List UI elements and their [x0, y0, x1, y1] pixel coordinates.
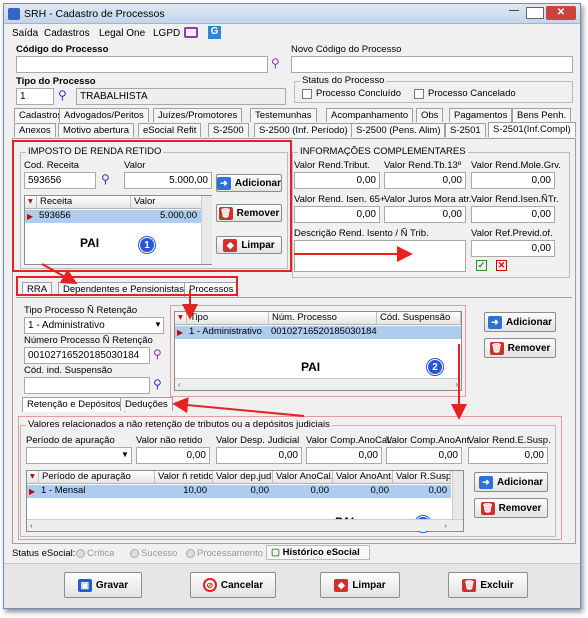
- status-sucesso: Sucesso: [130, 548, 177, 559]
- historico-esocial-button[interactable]: ▢ Histórico eSocial: [266, 545, 370, 560]
- main-window: SRH - Cadastro de Processos — ✕ Saída Ca…: [3, 3, 581, 609]
- radio-icon: [130, 548, 139, 558]
- status-esocial-label: Status eSocial:: [12, 548, 76, 559]
- radio-icon: [76, 548, 85, 558]
- arrow-valores-to-deducoes: [172, 397, 305, 417]
- document-icon: ▢: [271, 547, 280, 558]
- limpar-button[interactable]: ◆ Limpar: [320, 572, 400, 598]
- cancel-icon: ⊘: [202, 578, 217, 592]
- arrow-irrf-to-subtabs: [41, 263, 78, 284]
- excluir-button[interactable]: 🗑 Excluir: [448, 572, 528, 598]
- cancelar-button[interactable]: ⊘ Cancelar: [190, 572, 276, 598]
- eraser-icon: ◆: [334, 578, 349, 592]
- gravar-button[interactable]: ▣ Gravar: [64, 572, 142, 598]
- status-processamento: Processamento: [186, 548, 263, 559]
- status-bar: Status eSocial: Crítica Sucesso Processa…: [4, 545, 580, 561]
- save-icon: ▣: [77, 578, 92, 592]
- status-critica: Crítica: [76, 548, 114, 559]
- radio-icon: [186, 548, 195, 558]
- trash-icon: 🗑: [462, 578, 477, 592]
- annotation-arrows: [41, 246, 467, 420]
